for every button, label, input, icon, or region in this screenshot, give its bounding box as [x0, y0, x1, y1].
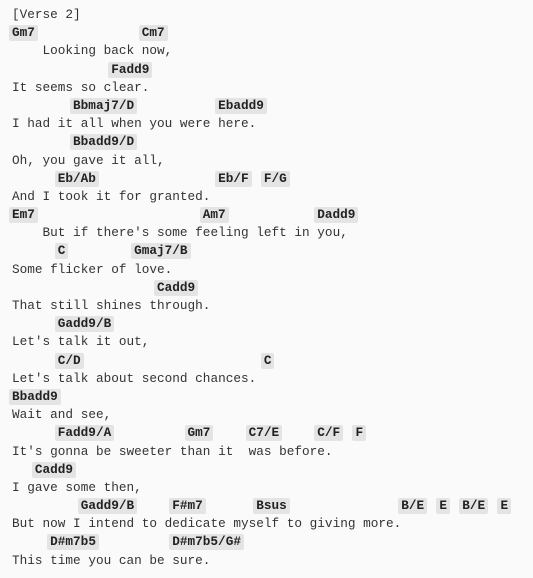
chord[interactable]: Bsus — [253, 498, 290, 515]
chord[interactable]: Eb/Ab — [54, 170, 99, 187]
chord[interactable]: D#m7b5 — [47, 534, 99, 551]
lyric-line: But if there's some feeling left in you, — [12, 225, 348, 241]
chord[interactable]: C7/E — [245, 425, 283, 442]
chord[interactable]: Cadd9 — [31, 461, 77, 478]
chord[interactable]: Bbadd9 — [9, 388, 61, 405]
lyric-line: I had it all when you were here. — [12, 116, 257, 132]
lyric-line: It seems so clear. — [12, 79, 150, 95]
lyric-line: Let's talk about second chances. — [12, 370, 257, 386]
chord[interactable]: Gadd9/B — [54, 316, 115, 333]
chord[interactable]: Ebadd9 — [215, 97, 267, 114]
chord[interactable]: E — [497, 498, 512, 515]
lyric-line: Let's talk it out, — [12, 334, 150, 350]
chord[interactable]: D#m7b5/G# — [169, 534, 244, 551]
chord-line: Eb/Ab Eb/F F/G — [12, 170, 533, 188]
chord[interactable]: Gmaj7/B — [131, 243, 191, 260]
chord[interactable]: Gm7 — [184, 425, 214, 442]
lyric-line: But now I intend to dedicate myself to g… — [12, 516, 402, 532]
chord[interactable]: Em7 — [9, 207, 38, 224]
lyric-line: Looking back now, — [12, 43, 173, 59]
chord[interactable]: Bbmaj7/D — [70, 97, 138, 114]
chord-line: Gadd9/B — [12, 315, 533, 333]
chord[interactable]: C/D — [54, 352, 84, 369]
chord[interactable]: F#m7 — [169, 498, 206, 515]
chord[interactable]: Fadd9/A — [54, 425, 115, 442]
lyric-line: It's gonna be sweeter than it was before… — [12, 443, 333, 459]
lyric-line: Wait and see, — [12, 407, 112, 423]
chord[interactable]: B/E — [459, 498, 489, 515]
chord-line: Cadd9 — [12, 279, 533, 297]
chord[interactable]: E — [436, 498, 451, 515]
chord-line: Cadd9 — [12, 461, 533, 479]
chord[interactable]: C/F — [314, 425, 344, 442]
chord-line: Bbmaj7/D Ebadd9 — [12, 97, 533, 115]
chord[interactable]: F — [352, 425, 367, 442]
lyric-line: That still shines through. — [12, 298, 211, 313]
chord[interactable]: Cm7 — [138, 25, 168, 42]
chord-line: Fadd9/A Gm7 C7/E C/F F — [12, 424, 533, 442]
section-label: [Verse 2] — [12, 7, 81, 22]
lyric-line: Some flicker of love. — [12, 261, 173, 277]
chord[interactable]: Bbadd9/D — [70, 134, 138, 151]
chord[interactable]: C — [54, 243, 69, 260]
chord[interactable]: B/E — [398, 498, 428, 515]
lyric-line: Oh, you gave it all, — [12, 152, 165, 168]
lyric-line: This time you can be sure. — [12, 552, 211, 568]
chord[interactable]: Eb/F — [215, 170, 252, 187]
chord[interactable]: Cadd9 — [154, 279, 199, 296]
lyric-line: And I took it for granted. — [12, 188, 211, 204]
song-lines: Gm7 Cm7 Looking back now, Fadd9 It seems so… — [9, 24, 533, 570]
chord-line: C Gmaj7/B — [12, 242, 533, 260]
chord-sheet: [Verse 2] Gm7 Cm7 Looking back now, Fadd9 I… — [0, 0, 533, 570]
chord[interactable]: F/G — [260, 170, 290, 187]
chord-line: Gm7 Cm7 — [9, 24, 533, 42]
chord[interactable]: Fadd9 — [108, 61, 153, 78]
chord[interactable]: Dadd9 — [314, 207, 359, 224]
chord-line: Bbadd9/D — [12, 133, 533, 151]
chord-line: Fadd9 — [12, 61, 533, 79]
chord[interactable]: Am7 — [199, 207, 229, 224]
chord[interactable]: Gadd9/B — [77, 498, 138, 515]
chord-line: Bbadd9 — [9, 388, 533, 406]
chord-line: Em7 Am7 Dadd9 — [9, 206, 533, 224]
chord-line: C/D C — [12, 352, 533, 370]
chord[interactable]: C — [260, 352, 275, 369]
chord-line: D#m7b5 D#m7b5/G# — [12, 533, 533, 551]
chord-line: Gadd9/B F#m7 Bsus B/E E B/E E — [12, 497, 533, 515]
lyric-line: I gave some then, — [12, 479, 142, 495]
chord[interactable]: Gm7 — [9, 25, 38, 42]
